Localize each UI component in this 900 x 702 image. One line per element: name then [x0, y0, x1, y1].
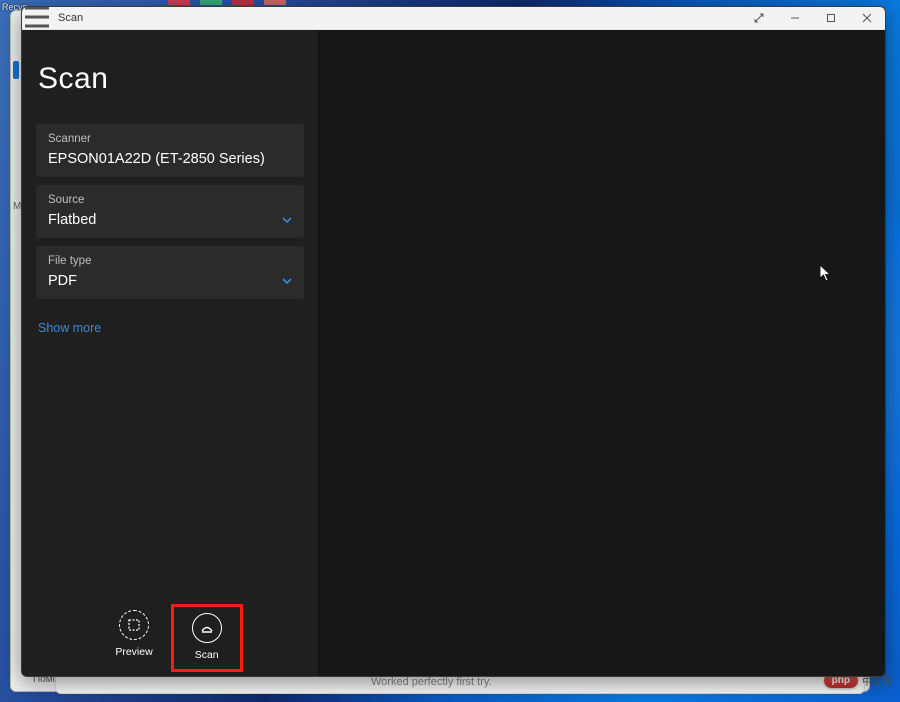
close-button[interactable]	[849, 7, 885, 30]
app-title: Scan	[38, 62, 304, 96]
scanner-value: EPSON01A22D (ET-2850 Series)	[48, 151, 292, 167]
chevron-down-icon	[282, 212, 292, 226]
expand-button[interactable]	[741, 7, 777, 30]
chevron-down-icon	[282, 273, 292, 287]
sidebar-actions: Preview Scan	[36, 610, 304, 666]
mouse-cursor	[819, 264, 831, 282]
scan-button[interactable]: Scan	[171, 604, 243, 672]
background-accent-bar	[13, 61, 19, 79]
filetype-label: File type	[48, 255, 292, 267]
preview-button[interactable]: Preview	[115, 610, 152, 664]
show-more-link[interactable]: Show more	[38, 321, 101, 335]
preview-icon	[119, 610, 149, 640]
scanner-field[interactable]: Scanner EPSON01A22D (ET-2850 Series)	[36, 124, 304, 177]
source-label: Source	[48, 194, 292, 206]
preview-label: Preview	[115, 646, 152, 658]
window-title: Scan	[52, 12, 83, 24]
settings-sidebar: Scan Scanner EPSON01A22D (ET-2850 Series…	[22, 30, 319, 676]
filetype-value: PDF	[48, 273, 292, 289]
window-body: Scan Scanner EPSON01A22D (ET-2850 Series…	[22, 30, 885, 676]
scan-app-window: Scan Scan Scanner EPSON01A22D (ET-2850 S…	[21, 6, 886, 677]
filetype-field[interactable]: File type PDF	[36, 246, 304, 299]
maximize-button[interactable]	[813, 7, 849, 30]
preview-area	[319, 30, 885, 676]
source-value: Flatbed	[48, 212, 292, 228]
scan-icon	[192, 613, 222, 643]
source-field[interactable]: Source Flatbed	[36, 185, 304, 238]
minimize-button[interactable]	[777, 7, 813, 30]
scan-label: Scan	[195, 649, 219, 661]
titlebar[interactable]: Scan	[22, 7, 885, 30]
scanner-label: Scanner	[48, 133, 292, 145]
